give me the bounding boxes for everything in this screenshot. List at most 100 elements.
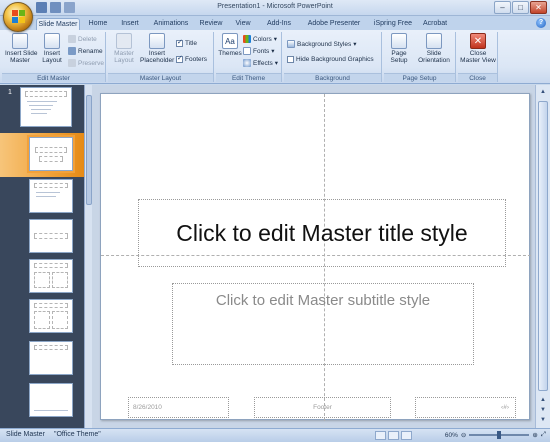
- group-edit-master: Insert Slide Master Insert Layout Delete…: [2, 32, 106, 82]
- page-setup-group-label: Page Setup: [384, 73, 455, 82]
- previous-slide-icon[interactable]: ▲: [538, 395, 548, 405]
- themes-button[interactable]: Aa Themes: [218, 33, 242, 57]
- insert-layout-button[interactable]: Insert Layout: [38, 33, 66, 64]
- close-master-view-label: Close Master View: [460, 50, 496, 64]
- colors-dropdown-icon: ▾: [273, 36, 278, 43]
- next-slide-icon[interactable]: ▼: [538, 405, 548, 415]
- footer-placeholder[interactable]: Footer: [254, 397, 391, 418]
- slide-scrollbar[interactable]: ▲ ▲ ▼ ▼: [535, 85, 550, 428]
- background-styles-icon: [287, 40, 295, 48]
- footers-checkbox-label: Footers: [185, 56, 208, 63]
- tab-adobe-presenter[interactable]: Adobe Presenter: [304, 18, 364, 30]
- delete-label: Delete: [78, 35, 97, 43]
- fit-to-window-icon[interactable]: ⤢: [541, 431, 546, 439]
- tab-add-ins[interactable]: Add-Ins: [262, 18, 296, 30]
- slide-canvas[interactable]: Click to edit Master title style Click t…: [100, 93, 531, 421]
- zoom-control: 60% ⊖ ⊕ ⤢: [445, 431, 546, 439]
- fonts-button[interactable]: Fonts ▾: [243, 47, 275, 55]
- thumbnail-scrollbar[interactable]: [84, 85, 92, 428]
- layout-thumbnail-comparison[interactable]: [29, 299, 73, 333]
- effects-button[interactable]: Effects ▾: [243, 59, 278, 67]
- group-edit-theme: Aa Themes Colors ▾ Fonts ▾ Effects ▾ Edit T…: [216, 32, 282, 82]
- slide-number-placeholder[interactable]: ‹#›: [415, 397, 516, 418]
- insert-placeholder-button[interactable]: Insert Placeholder: [140, 33, 174, 64]
- group-close: ✕ Close Master View Close: [458, 32, 498, 82]
- slide-master-thumbnail[interactable]: [20, 87, 72, 127]
- tab-slide-master[interactable]: Slide Master: [36, 18, 80, 30]
- title-checkbox-label: Title: [185, 40, 198, 47]
- layout-thumbnail-two-content[interactable]: [29, 259, 73, 293]
- office-button[interactable]: [3, 2, 33, 32]
- fonts-label: Fonts: [253, 47, 270, 55]
- page-setup-icon: [391, 33, 407, 49]
- footers-checkbox[interactable]: Footers: [176, 54, 208, 63]
- slide-sorter-view-icon[interactable]: [388, 431, 399, 440]
- insert-slide-master-icon: [12, 33, 28, 49]
- effects-icon: [243, 59, 251, 67]
- fonts-dropdown-icon: ▾: [271, 48, 275, 55]
- themes-label: Themes: [218, 50, 242, 57]
- insert-slide-master-button[interactable]: Insert Slide Master: [5, 33, 38, 64]
- colors-button[interactable]: Colors ▾: [243, 35, 277, 43]
- rename-icon: [68, 47, 76, 55]
- layout-thumbnail-section-header[interactable]: [29, 219, 73, 253]
- rename-button[interactable]: Rename: [68, 47, 103, 55]
- tab-insert[interactable]: Insert: [116, 18, 144, 30]
- scroll-up-icon[interactable]: ▲: [538, 87, 548, 97]
- status-view-name: Slide Master: [6, 431, 45, 438]
- title-placeholder[interactable]: Click to edit Master title style: [138, 199, 506, 267]
- minimize-button[interactable]: –: [494, 1, 511, 14]
- zoom-slider-knob[interactable]: [497, 431, 502, 439]
- window-title: Presentation1 - Microsoft PowerPoint: [217, 3, 333, 10]
- delete-button[interactable]: Delete: [68, 35, 97, 43]
- footers-check-icon: [176, 54, 183, 63]
- background-styles-label: Background Styles: [297, 40, 352, 48]
- effects-dropdown-icon: ▾: [274, 60, 279, 67]
- layout-thumbnail-title-only[interactable]: [29, 341, 73, 375]
- preserve-label: Preserve: [78, 59, 105, 67]
- layout-thumbnail-title[interactable]: [27, 135, 75, 173]
- close-master-view-icon: ✕: [470, 33, 486, 49]
- zoom-out-icon[interactable]: ⊖: [461, 431, 466, 439]
- page-setup-label: Page Setup: [390, 50, 408, 64]
- insert-placeholder-label: Insert Placeholder: [140, 50, 175, 64]
- thumbnail-strip: 1: [0, 85, 84, 428]
- zoom-slider[interactable]: [469, 431, 530, 439]
- help-icon[interactable]: ?: [536, 18, 546, 28]
- tab-ispring-free[interactable]: iSpring Free: [372, 18, 414, 30]
- close-master-view-button[interactable]: ✕ Close Master View: [459, 33, 497, 64]
- tab-view[interactable]: View: [232, 18, 254, 30]
- effects-label: Effects: [253, 59, 273, 67]
- date-placeholder[interactable]: 8/26/2010: [128, 397, 229, 418]
- scroll-down-icon[interactable]: ▼: [538, 415, 548, 425]
- zoom-in-icon[interactable]: ⊕: [532, 431, 537, 439]
- close-window-button[interactable]: ✕: [530, 1, 547, 14]
- slide-show-view-icon[interactable]: [401, 431, 412, 440]
- maximize-button[interactable]: □: [512, 1, 529, 14]
- tab-review[interactable]: Review: [197, 18, 225, 30]
- preserve-button[interactable]: Preserve: [68, 59, 104, 67]
- slide-scroll-thumb[interactable]: [538, 101, 548, 391]
- hide-background-graphics-checkbox[interactable]: Hide Background Graphics: [287, 56, 374, 63]
- tab-animations[interactable]: Animations: [150, 18, 192, 30]
- zoom-level[interactable]: 60%: [445, 432, 458, 439]
- view-buttons: [375, 431, 412, 440]
- hide-background-graphics-check-icon: [287, 56, 294, 63]
- slide-orientation-button[interactable]: Slide Orientation: [414, 33, 454, 64]
- tab-home[interactable]: Home: [84, 18, 112, 30]
- subtitle-placeholder[interactable]: Click to edit Master subtitle style: [172, 283, 474, 365]
- master-layout-icon: [116, 33, 132, 49]
- background-styles-button[interactable]: Background Styles ▾: [287, 40, 356, 48]
- status-bar: Slide Master "Office Theme" 60% ⊖ ⊕ ⤢: [0, 428, 550, 442]
- tab-acrobat[interactable]: Acrobat: [420, 18, 450, 30]
- group-master-layout: Master Layout Insert Placeholder Title F…: [108, 32, 214, 82]
- background-styles-dropdown-icon: ▾: [353, 41, 357, 48]
- page-setup-button[interactable]: Page Setup: [386, 33, 412, 64]
- layout-thumbnail-blank[interactable]: [29, 383, 73, 417]
- title-checkbox[interactable]: Title: [176, 38, 198, 47]
- normal-view-icon[interactable]: [375, 431, 386, 440]
- master-layout-button[interactable]: Master Layout: [111, 33, 137, 64]
- layout-thumbnail-title-content[interactable]: [29, 179, 73, 213]
- rename-label: Rename: [78, 47, 103, 55]
- close-group-label: Close: [458, 73, 497, 82]
